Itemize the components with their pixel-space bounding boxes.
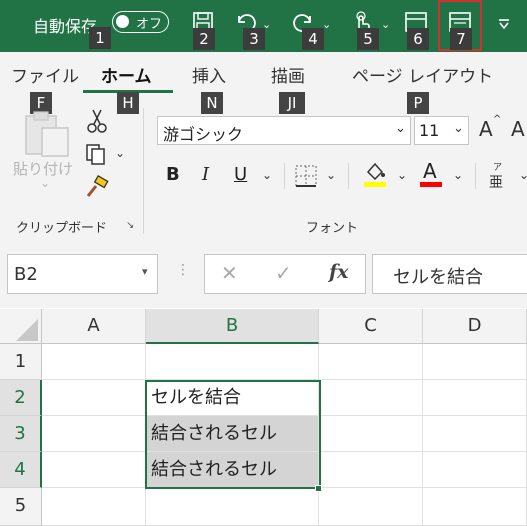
- cell-c3[interactable]: [319, 416, 423, 452]
- cancel-icon[interactable]: ✕: [221, 261, 238, 285]
- row-header-2[interactable]: 2: [0, 380, 42, 416]
- cell-b5[interactable]: [146, 488, 319, 526]
- font-color-button[interactable]: A: [423, 159, 437, 183]
- keytip-1: 1: [89, 27, 111, 49]
- font-size-value: 11: [419, 121, 440, 140]
- column-header-c[interactable]: C: [319, 309, 423, 344]
- grow-arrow-icon: ^: [493, 114, 502, 125]
- name-box-value: B2: [14, 264, 38, 285]
- font-color-bar: [420, 182, 442, 187]
- font-separator-2: [348, 163, 349, 189]
- keytip-7: 7: [450, 28, 472, 50]
- font-name-dropdown-icon[interactable]: ⌄: [395, 121, 406, 136]
- fill-color-dropdown-icon[interactable]: ⌄: [397, 168, 407, 182]
- keytip-6: 6: [407, 28, 429, 50]
- keytip-insert: N: [201, 92, 223, 114]
- tab-insert[interactable]: 挿入: [192, 62, 226, 87]
- customize-qat-icon[interactable]: [497, 18, 511, 30]
- column-header-a[interactable]: A: [42, 309, 146, 344]
- font-name-box[interactable]: 游ゴシック ⌄: [157, 116, 411, 145]
- shrink-font-icon[interactable]: A: [511, 117, 525, 141]
- autosave-label: 自動保存: [33, 17, 98, 36]
- keytip-page-layout: P: [407, 92, 429, 114]
- keytip-draw: JI: [279, 92, 305, 114]
- cell-a2[interactable]: [42, 380, 146, 416]
- font-separator-3: [475, 163, 476, 189]
- borders-dropdown-icon[interactable]: ⌄: [326, 168, 336, 182]
- tab-draw[interactable]: 描画: [271, 62, 305, 87]
- font-size-box[interactable]: 11 ⌄: [414, 116, 469, 145]
- underline-button[interactable]: U: [234, 164, 247, 185]
- phonetic-dropdown-icon[interactable]: ⌄: [519, 168, 527, 182]
- tab-file[interactable]: ファイル: [11, 62, 79, 87]
- cell-a1[interactable]: [42, 344, 146, 380]
- column-header-b[interactable]: B: [146, 309, 319, 344]
- keytip-home: H: [117, 92, 139, 114]
- italic-button[interactable]: I: [202, 164, 209, 185]
- select-all-icon: [16, 319, 38, 341]
- font-size-dropdown-icon[interactable]: ⌄: [453, 121, 464, 136]
- bold-button[interactable]: B: [166, 164, 180, 185]
- autosave-toggle[interactable]: オフ: [112, 11, 169, 33]
- fill-handle[interactable]: [315, 485, 322, 492]
- borders-icon[interactable]: [294, 164, 318, 188]
- name-box[interactable]: B2 ▾: [7, 254, 158, 294]
- cell-c1[interactable]: [319, 344, 423, 380]
- group-separator: [143, 108, 144, 234]
- copy-icon[interactable]: [84, 142, 108, 166]
- keytip-2: 2: [193, 28, 215, 50]
- cell-c5[interactable]: [319, 488, 423, 526]
- selection-outline: [145, 380, 321, 489]
- cell-a4[interactable]: [42, 452, 146, 488]
- cell-c4[interactable]: [319, 452, 423, 488]
- cell-d1[interactable]: [423, 344, 527, 380]
- row-header-1[interactable]: 1: [0, 344, 42, 380]
- format-painter-icon[interactable]: [84, 175, 110, 199]
- row-header-5[interactable]: 5: [0, 488, 42, 526]
- row-header-4[interactable]: 4: [0, 452, 42, 488]
- formula-content: セルを結合: [393, 267, 483, 288]
- formula-bar-splitter-icon[interactable]: ⋮: [176, 262, 190, 278]
- tab-page-layout[interactable]: ページ レイアウト: [352, 62, 493, 87]
- clipboard-group-label: クリップボード: [16, 221, 108, 236]
- toggle-state: オフ: [136, 17, 163, 32]
- touch-dropdown-icon[interactable]: ⌄: [381, 18, 390, 31]
- enter-icon[interactable]: ✓: [275, 261, 292, 285]
- select-all-button[interactable]: [0, 309, 42, 344]
- cell-d3[interactable]: [423, 416, 527, 452]
- fill-color-icon[interactable]: [362, 160, 388, 188]
- keytip-5: 5: [357, 28, 379, 50]
- clipboard-launcher-icon[interactable]: ↘: [126, 220, 134, 231]
- cut-icon[interactable]: [86, 108, 108, 134]
- formula-buttons: ✕ ✓ fx: [204, 254, 366, 294]
- cell-b1[interactable]: [146, 344, 319, 380]
- paste-icon[interactable]: [22, 110, 72, 158]
- font-separator: [284, 163, 285, 189]
- cell-a5[interactable]: [42, 488, 146, 526]
- grow-font-icon[interactable]: A: [479, 117, 493, 141]
- font-group-label: フォント: [306, 221, 359, 236]
- font-name-value: 游ゴシック: [163, 125, 244, 144]
- column-header-d[interactable]: D: [423, 309, 527, 344]
- tab-home[interactable]: ホーム: [101, 62, 152, 87]
- name-box-dropdown-icon[interactable]: ▾: [142, 265, 148, 278]
- cell-d4[interactable]: [423, 452, 527, 488]
- phonetic-guide-button[interactable]: 亜: [489, 172, 503, 192]
- keytip-3: 3: [243, 28, 265, 50]
- font-color-dropdown-icon[interactable]: ⌄: [453, 168, 463, 182]
- cell-c2[interactable]: [319, 380, 423, 416]
- cell-d5[interactable]: [423, 488, 527, 526]
- toggle-knob: [116, 15, 129, 28]
- keytip-4: 4: [302, 28, 324, 50]
- cell-a3[interactable]: [42, 416, 146, 452]
- formula-input[interactable]: セルを結合: [372, 254, 527, 294]
- copy-dropdown-icon[interactable]: ⌄: [115, 146, 125, 160]
- cell-d2[interactable]: [423, 380, 527, 416]
- paste-dropdown-icon[interactable]: ⌄: [40, 176, 50, 190]
- insert-function-button[interactable]: fx: [329, 261, 349, 283]
- row-header-3[interactable]: 3: [0, 416, 42, 452]
- underline-dropdown-icon[interactable]: ⌄: [262, 168, 272, 182]
